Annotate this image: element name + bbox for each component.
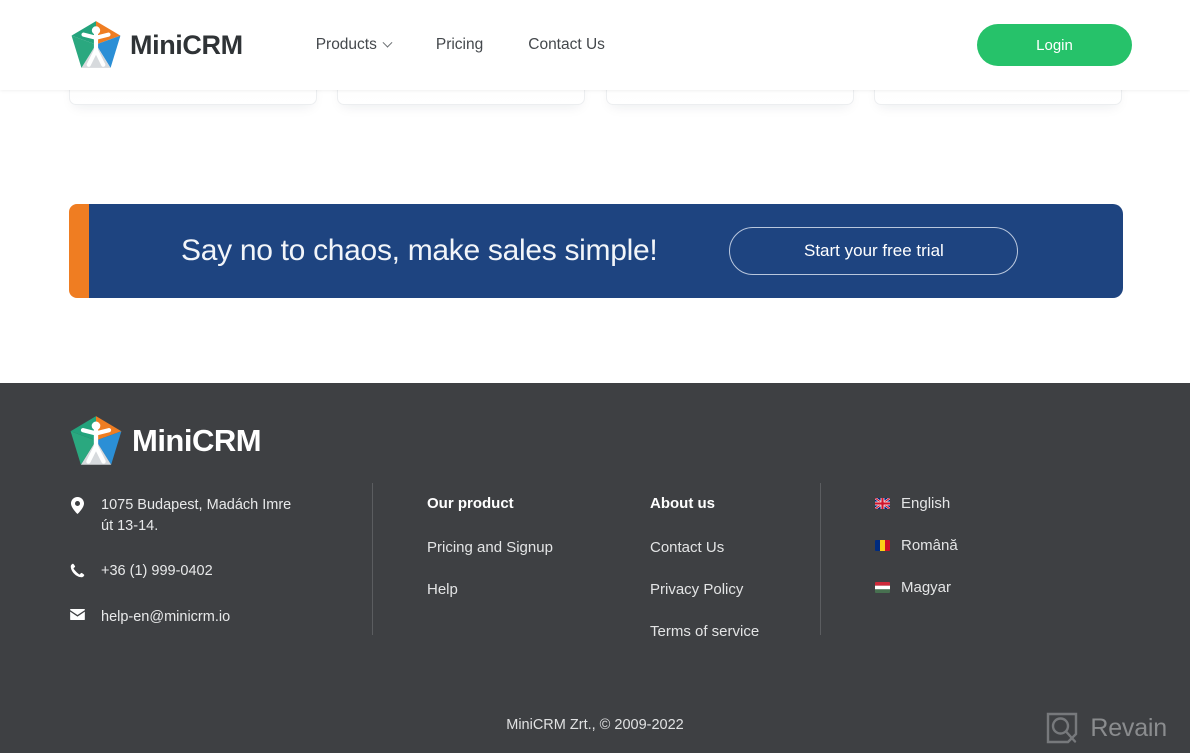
- language-option-label: Magyar: [901, 579, 952, 596]
- language-option-label: English: [901, 495, 951, 512]
- chevron-down-icon: [382, 37, 393, 48]
- footer-address-row: 1075 Budapest, Madách Imre út 13-14.: [69, 495, 354, 536]
- hungary-flag-icon: [875, 582, 890, 593]
- language-option-label: Română: [901, 537, 958, 554]
- footer-language-selector: English Română Magyar: [875, 495, 958, 621]
- footer-link-pricing-and-signup[interactable]: Pricing and Signup: [427, 539, 553, 556]
- romania-flag-icon: [875, 540, 890, 551]
- footer-link-terms-of-service[interactable]: Terms of service: [650, 623, 759, 640]
- header-brand-link[interactable]: MiniCRM: [70, 20, 243, 70]
- footer-link-contact-us[interactable]: Contact Us: [650, 539, 759, 556]
- nav-item-contact-us-label: Contact Us: [528, 36, 605, 53]
- cta-headline: Say no to chaos, make sales simple!: [181, 234, 658, 267]
- nav-item-contact-us[interactable]: Contact Us: [528, 36, 605, 54]
- footer-copyright: MiniCRM Zrt., © 2009-2022: [506, 717, 684, 733]
- header-brand-name: MiniCRM: [130, 29, 243, 60]
- footer-address-line2: út 13-14.: [101, 517, 159, 534]
- nav-item-pricing-label: Pricing: [435, 36, 484, 53]
- footer-brand-link[interactable]: MiniCRM: [69, 415, 262, 467]
- revain-watermark: Revain: [1045, 711, 1167, 745]
- united-kingdom-flag-icon: [875, 498, 890, 509]
- start-free-trial-button[interactable]: Start your free trial: [729, 227, 1019, 275]
- nav-item-pricing[interactable]: Pricing: [436, 36, 483, 54]
- revain-watermark-label: Revain: [1090, 713, 1167, 742]
- footer-column-title: Our product: [427, 495, 514, 512]
- minicrm-logo-icon: [71, 21, 121, 68]
- footer-divider: [820, 483, 821, 635]
- footer-link-help[interactable]: Help: [427, 581, 553, 598]
- language-option-english[interactable]: English: [875, 495, 958, 512]
- nav-item-products-label: Products: [315, 36, 377, 53]
- footer-address-line1: 1075 Budapest, Madách Imre: [101, 497, 292, 513]
- footer-column-about-us: About us Contact Us Privacy Policy Terms…: [650, 495, 759, 665]
- footer-address-text: 1075 Budapest, Madách Imre út 13-14.: [101, 495, 291, 536]
- footer-email-row[interactable]: help-en@minicrm.io: [69, 607, 354, 628]
- feature-cards-strip: [0, 58, 1190, 185]
- cta-banner-body: Say no to chaos, make sales simple! Star…: [89, 204, 1123, 298]
- primary-navigation: Products Pricing Contact Us: [316, 36, 605, 54]
- language-option-romana[interactable]: Română: [875, 537, 958, 554]
- cta-banner: Say no to chaos, make sales simple! Star…: [69, 204, 1123, 298]
- map-pin-icon: [69, 495, 85, 514]
- revain-logo-icon: [1047, 712, 1078, 744]
- phone-icon: [69, 561, 85, 578]
- footer-phone-text[interactable]: +36 (1) 999-0402: [101, 561, 213, 582]
- site-footer: MiniCRM 1075 Budapest, Madách Imre út 13…: [0, 383, 1190, 753]
- footer-column-title: About us: [650, 495, 715, 512]
- site-header: MiniCRM Products Pricing Contact Us Logi…: [0, 0, 1190, 90]
- footer-email-text[interactable]: help-en@minicrm.io: [101, 607, 230, 628]
- nav-item-products[interactable]: Products: [315, 36, 393, 54]
- footer-contact-details: 1075 Budapest, Madách Imre út 13-14. +36…: [69, 495, 354, 652]
- envelope-icon: [69, 607, 85, 620]
- footer-link-privacy-policy[interactable]: Privacy Policy: [650, 581, 759, 598]
- footer-phone-row[interactable]: +36 (1) 999-0402: [69, 561, 354, 582]
- footer-column-our-product: Our product Pricing and Signup Help: [427, 495, 553, 623]
- footer-divider: [372, 483, 373, 635]
- minicrm-logo-icon: [70, 416, 122, 465]
- language-option-magyar[interactable]: Magyar: [875, 579, 958, 596]
- footer-brand-name: MiniCRM: [132, 423, 262, 458]
- login-button[interactable]: Login: [977, 24, 1132, 66]
